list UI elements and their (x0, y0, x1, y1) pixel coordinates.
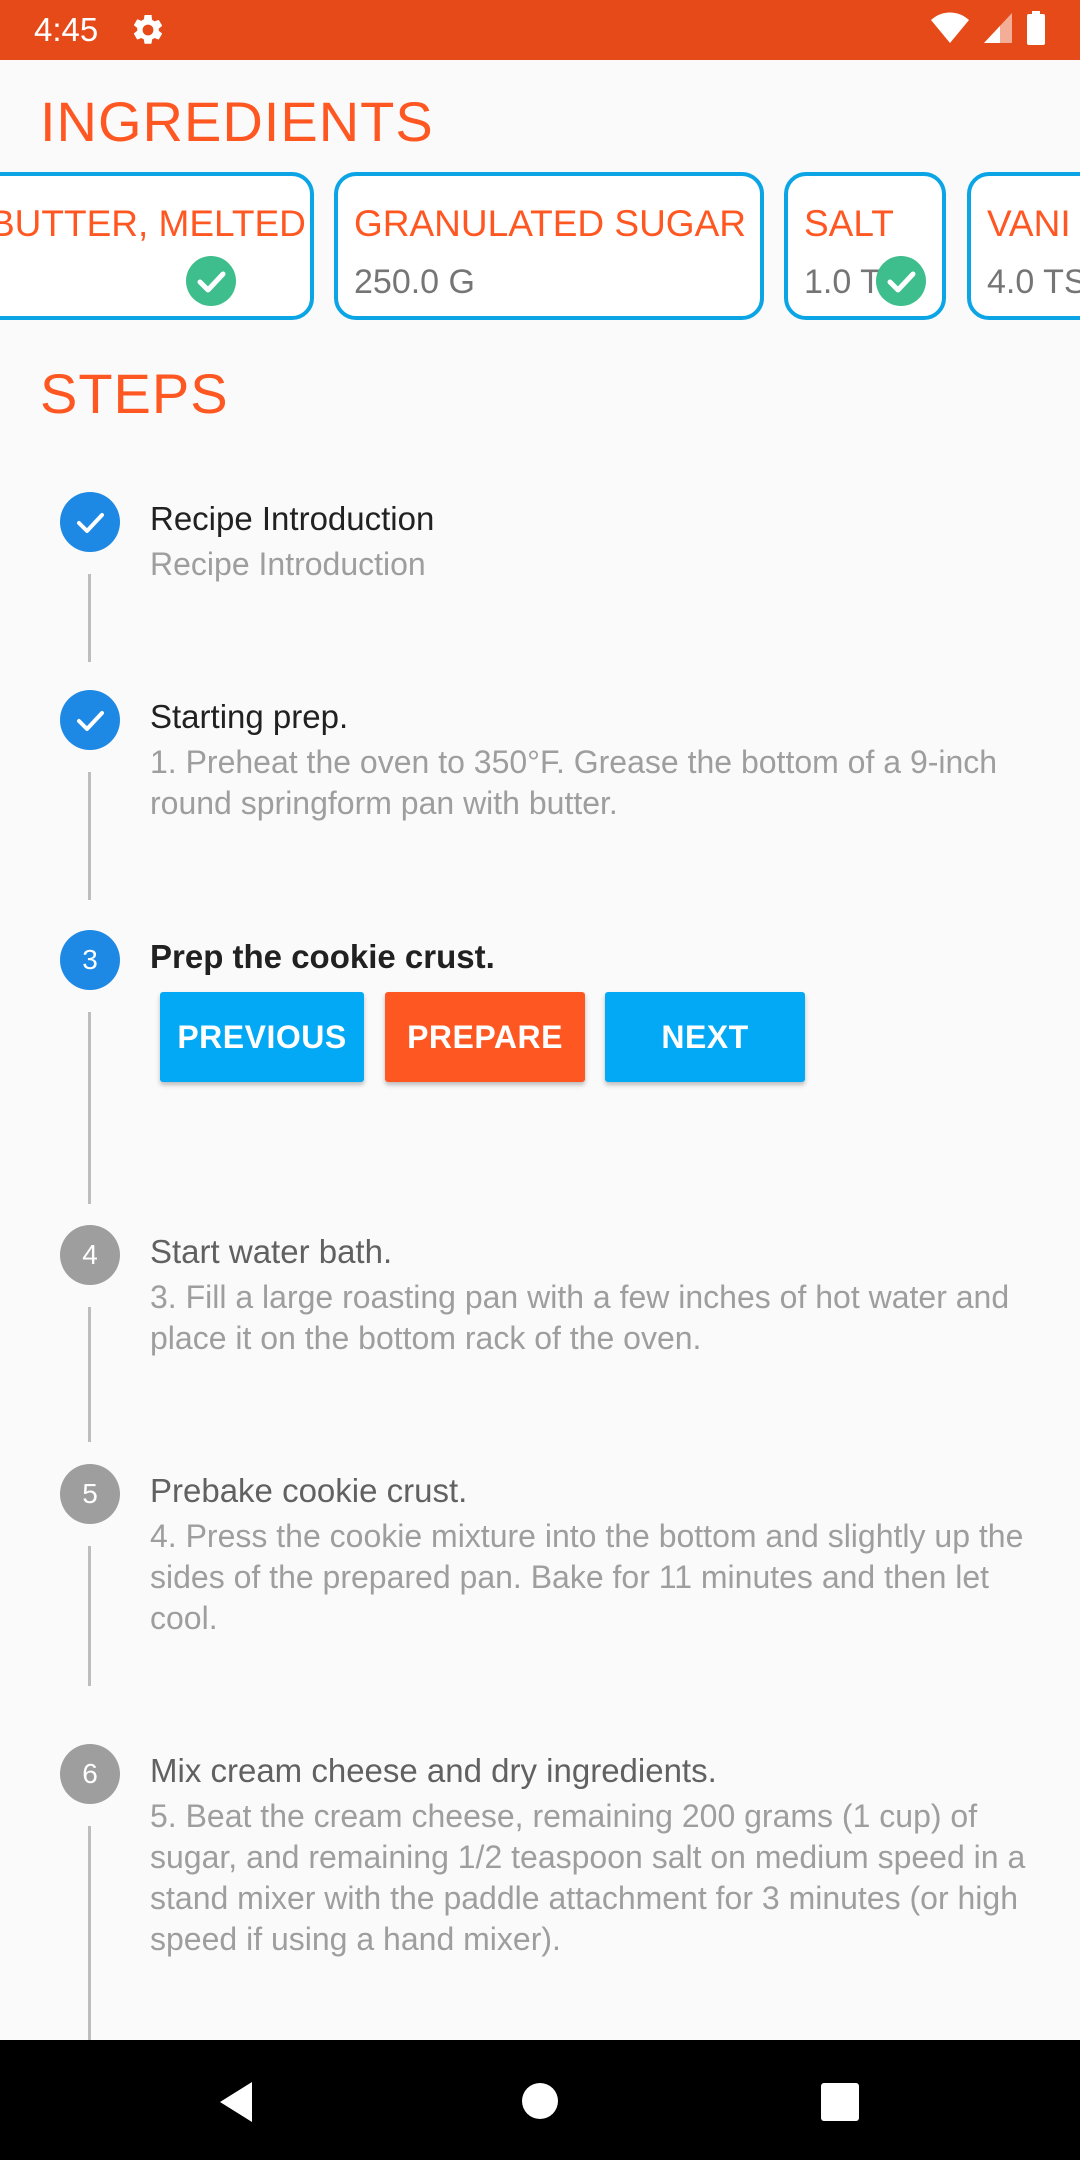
next-button[interactable]: NEXT (605, 992, 805, 1082)
step-title: Recipe Introduction (150, 500, 435, 537)
ingredient-card[interactable]: BUTTER, MELTED (0, 172, 314, 320)
wifi-icon (930, 11, 970, 50)
step-connector (88, 1826, 91, 2040)
check-icon (60, 690, 120, 750)
step-description: 1. Preheat the oven to 350°F. Grease the… (150, 744, 998, 821)
step-number: 4 (60, 1225, 120, 1285)
check-icon (876, 256, 926, 306)
ingredient-card[interactable]: GRANULATED SUGAR 250.0 G (334, 172, 764, 320)
ingredient-name: SALT (804, 203, 894, 244)
ingredients-title: INGREDIENTS (40, 90, 434, 153)
home-icon[interactable] (521, 2082, 559, 2125)
ingredient-quantity: 250.0 G (354, 263, 475, 301)
step-description: 3. Fill a large roasting pan with a few … (150, 1279, 1010, 1356)
ingredient-quantity: 1.0 T (804, 263, 881, 301)
step-number: 6 (60, 1744, 120, 1804)
ingredient-quantity: 4.0 TS (987, 263, 1080, 301)
status-time: 4:45 (34, 11, 99, 48)
prepare-button[interactable]: PREPARE (385, 992, 585, 1082)
step-connector (88, 772, 91, 900)
ingredient-name: GRANULATED SUGAR (354, 203, 746, 244)
step-connector (88, 1307, 91, 1442)
previous-button[interactable]: PREVIOUS (160, 992, 364, 1082)
ingredients-list[interactable]: BUTTER, MELTED GRANULATED SUGAR 250.0 G … (0, 170, 1080, 322)
ingredient-name: VANI (987, 203, 1071, 244)
ingredient-name: BUTTER, MELTED (0, 203, 306, 244)
step-number: 3 (60, 930, 120, 990)
step-connector (88, 574, 91, 662)
cell-signal-icon (982, 11, 1014, 50)
ingredient-card[interactable]: SALT 1.0 T (784, 172, 946, 320)
step-description: Recipe Introduction (150, 546, 426, 582)
ingredient-card[interactable]: VANI 4.0 TS (967, 172, 1080, 320)
step-title: Starting prep. (150, 698, 349, 735)
navigation-bar (0, 2040, 1080, 2160)
step-title: Prep the cookie crust. (150, 938, 495, 975)
status-bar: 4:45 (0, 0, 1080, 60)
recents-icon[interactable] (821, 2083, 859, 2126)
step-connector (88, 1012, 91, 1204)
check-icon (60, 492, 120, 552)
step-connector (88, 1546, 91, 1686)
step-title: Start water bath. (150, 1233, 393, 1270)
check-icon (186, 256, 236, 306)
step-description: 4. Press the cookie mixture into the bot… (150, 1518, 1024, 1636)
gear-icon (130, 12, 166, 48)
step-title: Mix cream cheese and dry ingredients. (150, 1752, 717, 1789)
step-description: 5. Beat the cream cheese, remaining 200 … (150, 1798, 1026, 1957)
back-icon[interactable] (216, 2080, 256, 2129)
step-title: Prebake cookie crust. (150, 1472, 468, 1509)
step-number: 5 (60, 1464, 120, 1524)
battery-icon (1026, 10, 1046, 50)
steps-title: STEPS (40, 362, 229, 425)
